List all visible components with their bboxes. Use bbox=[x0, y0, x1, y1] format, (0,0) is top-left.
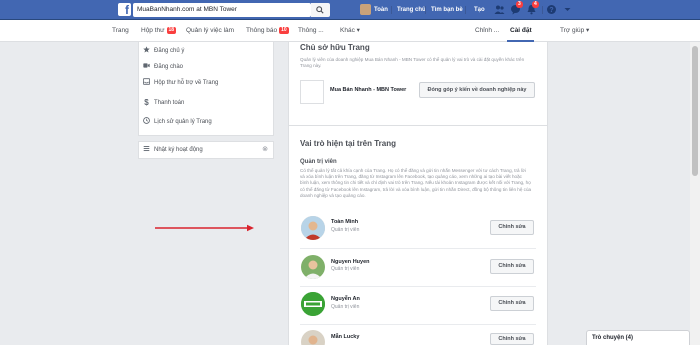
create-link[interactable]: Tạo bbox=[474, 0, 485, 20]
close-icon[interactable]: ⊗ bbox=[262, 142, 268, 158]
home-link[interactable]: Trang chủ bbox=[397, 0, 426, 20]
divider bbox=[300, 286, 536, 287]
tab-insights[interactable]: Thông ... bbox=[298, 20, 324, 42]
tab-more[interactable]: Khác ▾ bbox=[340, 20, 360, 42]
svg-text:?: ? bbox=[549, 7, 553, 14]
sidebar-item-payments[interactable]: $ Thanh toán bbox=[143, 96, 184, 111]
sidebar-item-label: Đăng chủ ý bbox=[154, 48, 185, 54]
edit-role-button[interactable]: Chỉnh sửa bbox=[490, 259, 534, 274]
tab-manage-jobs[interactable]: Quản lý việc làm bbox=[186, 20, 234, 42]
divider bbox=[465, 6, 466, 14]
divider bbox=[300, 248, 536, 249]
divider bbox=[391, 6, 392, 14]
tab-notifications-label: Thông báo bbox=[246, 27, 278, 34]
find-friends-link[interactable]: Tìm bạn bè bbox=[431, 0, 463, 20]
notifications-tab-badge: 10 bbox=[279, 27, 289, 34]
person-name[interactable]: Toàn Minh bbox=[331, 219, 358, 225]
chat-bar[interactable]: Trò chuyện (4) bbox=[586, 330, 690, 345]
sidebar-item-history[interactable]: Lịch sử quản lý Trang bbox=[143, 115, 212, 130]
sidebar-item-crossposting[interactable]: Đăng chào bbox=[143, 60, 183, 75]
tab-page[interactable]: Trang bbox=[112, 20, 129, 42]
edit-role-button[interactable]: Chỉnh sửa bbox=[490, 220, 534, 235]
tab-edit[interactable]: Chỉnh ... bbox=[475, 20, 499, 42]
activity-log-link[interactable]: Nhật ký hoạt động ⊗ bbox=[138, 141, 274, 159]
existing-roles-title: Vai trò hiện tại trên Trang bbox=[300, 139, 397, 148]
search-icon bbox=[316, 6, 324, 14]
list-icon bbox=[143, 146, 150, 152]
search-input[interactable]: MuaBanNhanh.com at MBN Tower bbox=[133, 3, 311, 17]
sidebar-item-featured[interactable]: Đăng chủ ý bbox=[143, 44, 184, 59]
edit-role-button[interactable]: Chỉnh sửa bbox=[490, 296, 534, 311]
chat-label: Trò chuyện (4) bbox=[592, 335, 634, 341]
friend-requests-icon[interactable] bbox=[494, 4, 505, 15]
avatar[interactable] bbox=[301, 330, 325, 345]
person-role: Quản trị viên bbox=[331, 266, 360, 272]
sidebar-item-label: Hộp thư hỗ trợ về Trang bbox=[154, 80, 219, 86]
divider bbox=[289, 125, 547, 126]
sidebar-item-label: Đăng chào bbox=[154, 64, 184, 70]
notifications-badge: 4 bbox=[532, 1, 539, 8]
account-menu-icon[interactable] bbox=[562, 4, 573, 15]
help-icon[interactable]: ? bbox=[546, 4, 557, 15]
dollar-icon: $ bbox=[144, 98, 149, 107]
divider bbox=[300, 324, 536, 325]
video-icon bbox=[143, 63, 150, 68]
sidebar-item-support-inbox[interactable]: Hộp thư hỗ trợ về Trang bbox=[143, 76, 218, 91]
edit-role-button[interactable]: Chỉnh sửa bbox=[490, 333, 534, 345]
person-name[interactable]: Mẫn Lucky bbox=[331, 334, 359, 340]
messages-badge: 3 bbox=[516, 1, 523, 8]
person-role: Quản trị viên bbox=[331, 227, 360, 233]
scrollbar-thumb[interactable] bbox=[692, 46, 698, 176]
tab-settings[interactable]: Cài đặt bbox=[510, 20, 532, 42]
person-role: Quản trị viên bbox=[331, 304, 360, 310]
avatar[interactable] bbox=[301, 292, 325, 316]
facebook-logo-icon[interactable]: f bbox=[118, 3, 131, 16]
tab-inbox[interactable]: Hộp thư 18 bbox=[141, 20, 177, 42]
admin-description: Có thể quản lý tất cả khía cạnh của Tran… bbox=[300, 168, 532, 198]
profile-link[interactable]: Toàn bbox=[374, 0, 388, 20]
sidebar-item-label: Lịch sử quản lý Trang bbox=[154, 119, 212, 125]
search-button[interactable] bbox=[311, 3, 330, 17]
divider bbox=[425, 6, 426, 14]
tab-inbox-label: Hộp thư bbox=[141, 27, 165, 34]
inbox-badge: 18 bbox=[166, 27, 177, 34]
avatar[interactable] bbox=[360, 4, 371, 15]
feedback-business-button[interactable]: Đóng góp ý kiến về doanh nghiệp này bbox=[419, 82, 535, 98]
sidebar-item-label: Thanh toán bbox=[154, 100, 185, 106]
owner-logo bbox=[300, 80, 324, 104]
annotation-arrow-icon bbox=[155, 224, 254, 232]
page-navigation: Trang Hộp thư 18 Quản lý việc làm Thông b… bbox=[0, 20, 700, 42]
top-bar: f MuaBanNhanh.com at MBN Tower Toàn Tran… bbox=[0, 0, 700, 20]
person-name[interactable]: Nguyen Huyen bbox=[331, 259, 370, 265]
avatar[interactable] bbox=[301, 216, 325, 240]
admin-subheading: Quản trị viên bbox=[300, 159, 337, 165]
inbox-icon bbox=[143, 78, 150, 85]
tab-help[interactable]: Trợ giúp ▾ bbox=[560, 20, 589, 42]
divider bbox=[542, 6, 543, 14]
star-icon bbox=[143, 46, 150, 53]
settings-sidebar: Đăng chủ ý Đăng chào Hộp thư hỗ trợ về T… bbox=[138, 42, 274, 136]
page-owner-description: Quản lý viên của doanh nghiệp Mua Bán Nh… bbox=[300, 57, 525, 69]
page-owner-title: Chủ sở hữu Trang bbox=[300, 43, 370, 52]
avatar[interactable] bbox=[301, 255, 325, 279]
tab-notifications[interactable]: Thông báo 10 bbox=[246, 20, 289, 42]
owner-name[interactable]: Mua Bán Nhanh - MBN Tower bbox=[330, 87, 406, 93]
clock-icon bbox=[143, 117, 150, 124]
page-roles-panel: Chủ sở hữu Trang Quản lý viên của doanh … bbox=[288, 42, 548, 345]
person-name[interactable]: Nguyễn An bbox=[331, 296, 360, 302]
activity-log-label: Nhật ký hoạt động bbox=[154, 147, 203, 153]
